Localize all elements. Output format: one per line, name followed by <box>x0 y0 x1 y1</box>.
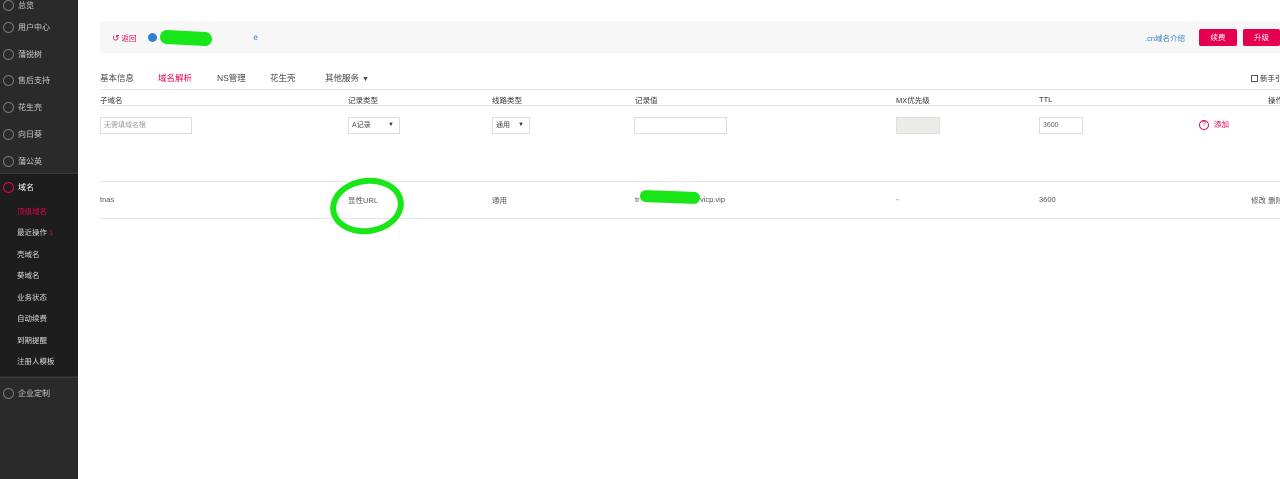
delete-link[interactable]: 删除 <box>1268 196 1280 205</box>
sidebar-item-support[interactable]: 售后支持 <box>0 67 78 93</box>
sidebar-sub-registrant-template[interactable]: 注册人模板 <box>17 351 55 372</box>
redaction-scribble <box>159 29 213 47</box>
user-icon <box>3 21 14 33</box>
sidebar-item-user-center[interactable]: 用户中心 <box>0 14 78 40</box>
sidebar-item-label: 域名 <box>18 182 34 192</box>
sidebar-sub-expiry-reminder[interactable]: 到期提醒 <box>17 330 47 351</box>
sunflower-icon <box>3 128 14 140</box>
add-record-button[interactable]: ? 添加 <box>1199 119 1229 130</box>
table-divider <box>100 105 1280 106</box>
row-mx: - <box>896 195 899 204</box>
table-divider <box>100 218 1280 219</box>
tab-other-services[interactable]: 其他服务 ▼ <box>325 72 369 84</box>
recent-ops-badge: 1 <box>49 228 54 237</box>
sidebar-sub-business-status[interactable]: 业务状态 <box>17 287 47 308</box>
subdomain-input[interactable]: 无需填域名根 <box>100 117 192 134</box>
record-type-select[interactable]: A记录 ▼ <box>348 117 400 134</box>
tab-dns-resolution[interactable]: 域名解析 <box>158 72 192 84</box>
sidebar-item-label: 售后支持 <box>18 75 50 85</box>
dandelion-icon <box>3 155 14 167</box>
sidebar-item-label: 蒲锐树 <box>18 49 42 59</box>
globe-icon <box>148 33 157 42</box>
sidebar-item-label: 用户中心 <box>18 22 50 32</box>
back-arrow-icon: ↺ <box>112 33 120 43</box>
sidebar-sub-top-domain[interactable]: 顶级域名 <box>17 201 47 222</box>
beginner-guide-link[interactable]: 新手引 <box>1251 73 1280 84</box>
sidebar-item-domain[interactable]: 域名 <box>0 174 78 200</box>
tab-huashengke[interactable]: 花生壳 <box>270 72 296 84</box>
dropdown-arrow-icon: ▼ <box>388 122 394 128</box>
domain-icon <box>3 181 14 193</box>
sidebar-sub-ke-domain[interactable]: 壳域名 <box>17 244 40 265</box>
sidebar-item-label: 向日葵 <box>18 129 42 139</box>
sidebar-item-label: 总览 <box>18 0 34 10</box>
ttl-input[interactable]: 3600 <box>1039 117 1083 134</box>
sidebar-sub-auto-renew[interactable]: 自动续费 <box>17 308 47 329</box>
sidebar-divider <box>0 377 78 378</box>
help-icon: ? <box>1199 119 1209 130</box>
sidebar-item-label: 企业定制 <box>18 388 50 398</box>
row-record-value-suffix: vicp.vip <box>700 195 726 204</box>
tab-ns-management[interactable]: NS管理 <box>217 72 246 84</box>
row-ttl: 3600 <box>1039 195 1056 204</box>
redaction-scribble <box>639 189 701 205</box>
renew-button[interactable]: 续费 <box>1199 29 1237 46</box>
sidebar-item-huashengke[interactable]: 花生壳 <box>0 94 78 120</box>
sidebar-item-pugongying[interactable]: 蒲公英 <box>0 148 78 174</box>
cn-domain-intro-link[interactable]: .cn域名介绍 <box>1145 33 1185 44</box>
headset-icon <box>3 74 14 86</box>
header-ttl: TTL <box>1039 95 1053 104</box>
back-label: 返回 <box>121 34 137 43</box>
sidebar: 总览 用户中心 蒲锐树 售后支持 花生壳 向日葵 蒲公英 域名 顶级域名 最近操… <box>0 0 78 479</box>
sidebar-sub-kui-domain[interactable]: 葵域名 <box>17 265 40 286</box>
sidebar-item-xiangrikui[interactable]: 向日葵 <box>0 121 78 147</box>
tab-basic-info[interactable]: 基本信息 <box>100 72 134 84</box>
upgrade-button[interactable]: 升级 <box>1243 29 1280 46</box>
sidebar-item-label: 花生壳 <box>18 102 42 112</box>
row-actions: 修改 删除 <box>1251 195 1280 206</box>
main-content <box>78 0 1280 479</box>
table-divider <box>100 181 1280 182</box>
line-type-select[interactable]: 通用 ▼ <box>492 117 530 134</box>
sidebar-item-label: 蒲公英 <box>18 156 42 166</box>
row-record-value-prefix: tr <box>635 195 640 204</box>
peanut-icon <box>3 101 14 113</box>
domain-header-bar <box>100 21 1280 53</box>
record-value-input[interactable] <box>634 117 727 134</box>
sidebar-item-enterprise[interactable]: 企业定制 <box>0 380 78 406</box>
edit-link[interactable]: 修改 <box>1251 196 1266 205</box>
caret-down-icon: ▼ <box>362 76 369 83</box>
row-line-type: 通用 <box>492 196 507 205</box>
table-divider <box>100 89 1280 90</box>
row-subdomain: tnas <box>100 195 115 204</box>
target-icon <box>3 48 14 60</box>
mx-priority-input <box>896 117 940 134</box>
grid-icon <box>3 0 14 11</box>
sidebar-item-puruishu[interactable]: 蒲锐树 <box>0 41 78 67</box>
diamond-icon <box>3 387 14 399</box>
back-button[interactable]: ↺ 返回 <box>112 33 137 44</box>
sidebar-sub-recent-ops[interactable]: 最近操作 1 <box>17 222 53 243</box>
document-icon <box>1251 75 1258 82</box>
dropdown-arrow-icon: ▼ <box>518 122 524 128</box>
